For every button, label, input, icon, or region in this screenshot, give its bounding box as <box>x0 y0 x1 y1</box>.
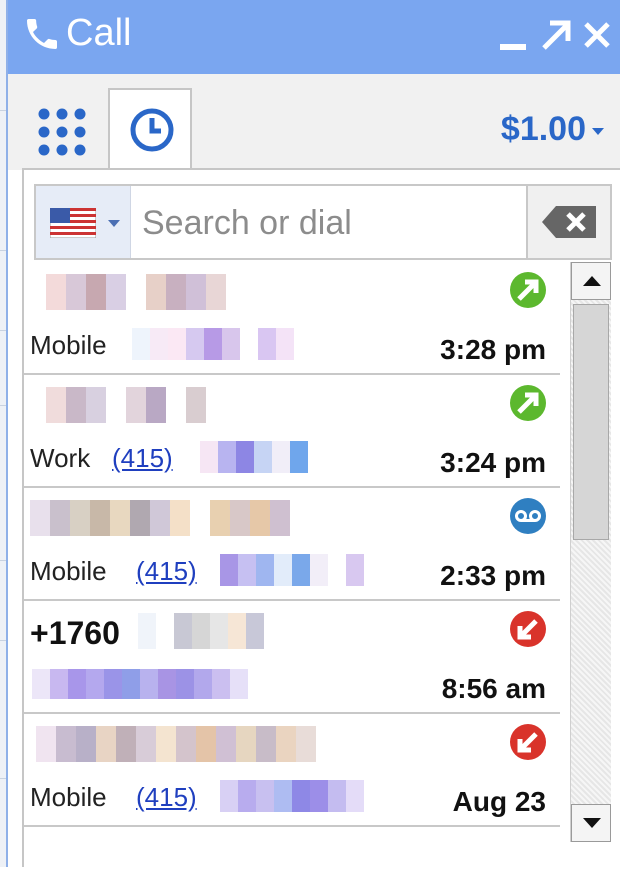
redacted-number <box>220 554 364 586</box>
call-type: Mobile <box>30 330 107 360</box>
window-title: Call <box>66 12 132 54</box>
phone-icon <box>22 14 62 59</box>
missed-call-icon <box>508 609 548 649</box>
call-row[interactable]: +1760 8:56 am <box>24 601 560 714</box>
minimize-icon[interactable] <box>498 18 528 57</box>
backspace-icon <box>542 206 596 238</box>
chevron-down-icon <box>108 220 120 227</box>
outgoing-call-icon <box>508 270 548 310</box>
credit-amount: $1.00 <box>500 110 586 148</box>
title-bar[interactable]: Call <box>8 0 620 75</box>
redacted-name <box>36 726 316 762</box>
country-selector[interactable] <box>36 186 131 258</box>
us-flag-icon <box>49 207 97 243</box>
clear-button[interactable] <box>526 186 610 258</box>
caller-number: +1760 <box>30 615 120 651</box>
call-time: 2:33 pm <box>440 560 546 591</box>
credit-balance[interactable]: $1.00 <box>501 110 604 149</box>
scroll-down-button[interactable] <box>571 804 611 842</box>
call-row[interactable]: Work (415) 3:24 pm <box>24 375 560 488</box>
redacted-number <box>32 669 248 699</box>
voicemail-icon <box>508 496 548 536</box>
scroll-thumb[interactable] <box>573 304 609 540</box>
call-time: 3:28 pm <box>440 334 546 365</box>
redacted-name <box>138 613 264 649</box>
call-row[interactable]: Mobile (415) 2:33 pm <box>24 488 560 601</box>
redacted-name <box>46 387 206 423</box>
call-type: Mobile <box>30 782 107 812</box>
call-time: Aug 23 <box>452 786 546 817</box>
scroll-up-button[interactable] <box>571 262 611 300</box>
search-input[interactable] <box>140 196 504 250</box>
area-code-link[interactable]: (415) <box>136 556 197 587</box>
call-widget: Call $1.00 Search or dial Mobile 3:28 pm… <box>6 0 620 867</box>
call-time: 3:24 pm <box>440 447 546 478</box>
outgoing-call-icon <box>508 383 548 423</box>
popout-icon[interactable] <box>538 18 572 57</box>
area-code-link[interactable]: (415) <box>136 782 197 813</box>
call-type: Work <box>30 443 91 473</box>
redacted-name <box>30 500 290 536</box>
search-row <box>34 184 612 260</box>
redacted-number <box>200 441 308 473</box>
redacted-name <box>46 274 226 310</box>
history-panel: Mobile 3:28 pm Work (415) 3:24 <box>22 168 620 867</box>
scrollbar[interactable] <box>570 262 611 842</box>
redacted-number <box>132 328 294 360</box>
call-time: 8:56 am <box>441 673 546 704</box>
dialpad-icon[interactable] <box>34 104 90 160</box>
redacted-number <box>220 780 364 812</box>
call-history-list: Mobile 3:28 pm Work (415) 3:24 pm Mobile… <box>24 262 560 869</box>
tab-strip: $1.00 <box>8 74 620 172</box>
call-row[interactable]: Mobile (415) Aug 23 <box>24 714 560 827</box>
call-type: Mobile <box>30 556 107 586</box>
missed-call-icon <box>508 722 548 762</box>
tab-history[interactable] <box>108 88 192 172</box>
clock-icon <box>130 108 174 152</box>
area-code-link[interactable]: (415) <box>112 443 173 474</box>
chevron-down-icon <box>592 127 604 135</box>
call-row[interactable]: Mobile 3:28 pm <box>24 262 560 375</box>
close-icon[interactable] <box>582 18 612 57</box>
